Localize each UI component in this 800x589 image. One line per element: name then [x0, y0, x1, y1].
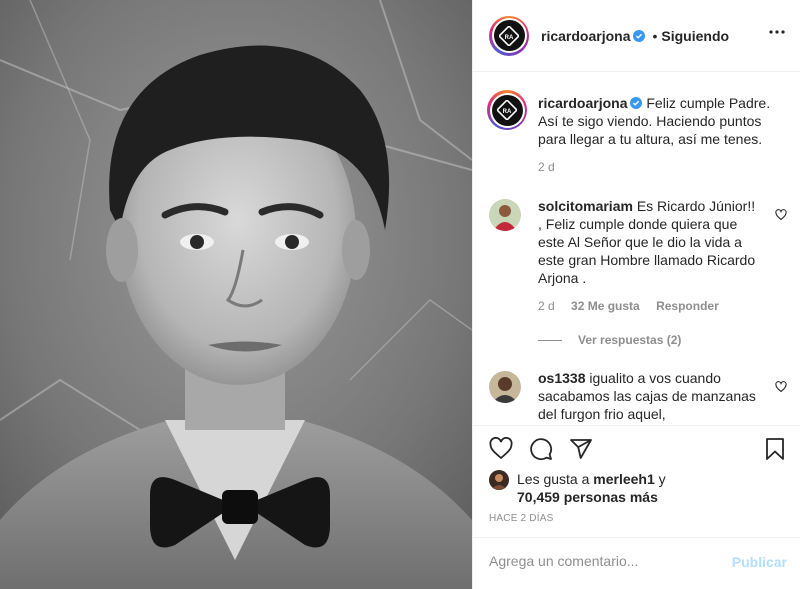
ricardo-arjona-logo-icon: RA — [497, 100, 517, 120]
avatar-image — [489, 371, 521, 403]
verified-badge-icon — [630, 97, 643, 109]
likes-prefix: Les gusta a — [517, 471, 590, 487]
likes-text: Les gusta a merleeh1 y 70,459 personas m… — [517, 470, 666, 506]
likes-summary: Les gusta a merleeh1 y 70,459 personas m… — [489, 470, 789, 506]
more-options-icon[interactable] — [769, 30, 785, 34]
comment-text-block: solcitomariam Es Ricardo Júnior!! , Feli… — [538, 197, 760, 287]
comment-username[interactable]: solcitomariam — [538, 198, 633, 214]
share-icon[interactable] — [569, 437, 593, 461]
portrait-image — [0, 0, 472, 589]
publish-button[interactable]: Publicar — [732, 554, 787, 570]
add-comment-bar: Publicar — [473, 537, 800, 589]
comment-icon[interactable] — [529, 437, 553, 461]
post-photo[interactable] — [0, 0, 472, 589]
caption-time[interactable]: 2 d — [538, 160, 555, 174]
svg-text:RA: RA — [505, 35, 514, 41]
post-timestamp[interactable]: HACE 2 DÍAS — [489, 513, 553, 524]
commenter-avatar[interactable] — [489, 371, 521, 403]
liker-avatar[interactable] — [489, 470, 509, 490]
comment-username[interactable]: os1338 — [538, 370, 585, 386]
separator-dot: • — [652, 27, 658, 44]
avatar-image — [489, 199, 521, 231]
view-replies[interactable]: Ver respuestas (2) — [538, 333, 681, 347]
avatar[interactable]: RA — [489, 15, 529, 56]
comment-input[interactable] — [489, 553, 719, 569]
caption: RA ricardoarjona Feliz cumple Padre. Así… — [487, 90, 787, 174]
comment-item: solcitomariam Es Ricardo Júnior!! , Feli… — [487, 197, 787, 349]
reply-button[interactable]: Responder — [656, 299, 719, 313]
svg-text:RA: RA — [503, 109, 512, 115]
commenter-avatar[interactable] — [489, 199, 521, 231]
comment-likes[interactable]: 32 Me gusta — [571, 299, 640, 313]
avatar-image — [489, 470, 509, 490]
comment-text-block: os1338 igualito a vos cuando sacabamos l… — [538, 369, 760, 423]
caption-avatar[interactable]: RA — [487, 90, 527, 130]
likes-count[interactable]: 70,459 personas más — [517, 489, 658, 505]
caption-username[interactable]: ricardoarjona — [538, 95, 627, 111]
post-side-panel: RA ricardoarjona • Siguiendo RA ricardoa… — [472, 0, 800, 589]
instagram-post: RA ricardoarjona • Siguiendo RA ricardoa… — [0, 0, 800, 589]
comment-item: os1338 igualito a vos cuando sacabamos l… — [487, 369, 787, 425]
verified-badge-icon — [633, 29, 646, 42]
liker-username[interactable]: merleeh1 — [593, 471, 654, 487]
comment-time[interactable]: 2 d — [538, 299, 555, 313]
like-comment-heart-icon[interactable] — [775, 381, 787, 393]
follow-status-button[interactable]: Siguiendo — [661, 28, 729, 44]
like-comment-heart-icon[interactable] — [775, 209, 787, 221]
bookmark-icon[interactable] — [763, 437, 787, 461]
post-header: RA ricardoarjona • Siguiendo — [473, 0, 800, 72]
heart-icon[interactable] — [489, 437, 513, 461]
post-actions — [473, 425, 800, 473]
caption-text-block: ricardoarjona Feliz cumple Padre. Así te… — [538, 94, 782, 148]
view-replies-label[interactable]: Ver respuestas (2) — [578, 333, 681, 347]
comments-list[interactable]: RA ricardoarjona Feliz cumple Padre. Así… — [473, 73, 800, 425]
likes-joiner: y — [658, 471, 666, 487]
ricardo-arjona-logo-icon: RA — [499, 25, 519, 46]
comment-meta: 2 d 32 Me gusta Responder — [538, 299, 719, 313]
header-username[interactable]: ricardoarjona — [541, 28, 630, 44]
replies-line — [538, 340, 562, 342]
